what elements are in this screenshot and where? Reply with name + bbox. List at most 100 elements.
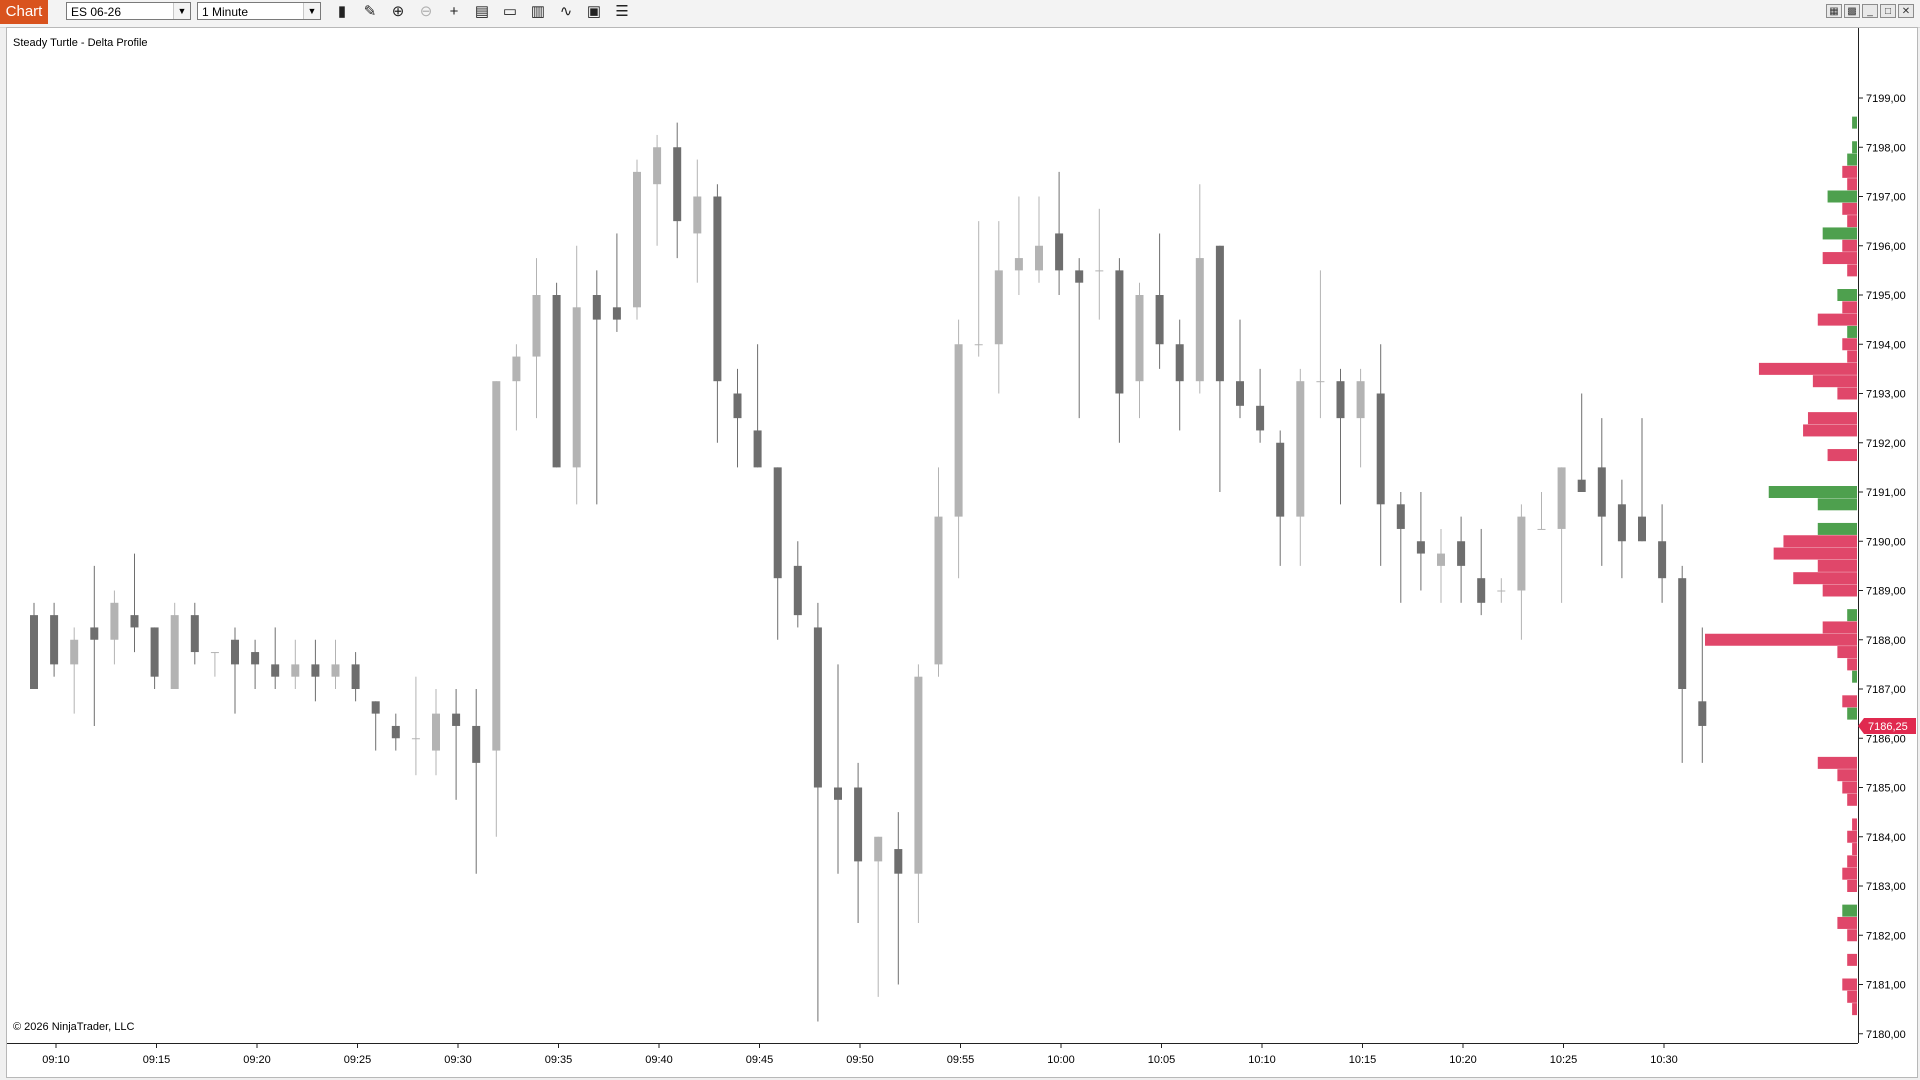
candle-body (70, 639, 79, 665)
delta-profile-bar (1847, 178, 1857, 191)
strategies-icon[interactable]: ∿ (555, 2, 577, 22)
price-tick-label: 7180,00 (1866, 1029, 1906, 1041)
delta-profile-bar (1822, 584, 1857, 597)
candle-body (954, 344, 963, 517)
candle-body (934, 516, 943, 665)
indicators-icon[interactable]: ▥ (527, 2, 549, 22)
maximize-icon[interactable]: □ (1880, 4, 1896, 18)
candle-body (1155, 295, 1164, 345)
delta-profile-bar (1842, 239, 1857, 252)
candle-body (251, 652, 260, 665)
delta-profile-bar (1847, 880, 1857, 892)
candle-body (1296, 381, 1305, 517)
price-tick-label: 7184,00 (1866, 832, 1906, 844)
price-tick-label: 7181,00 (1866, 980, 1906, 992)
delta-profile-bar (1842, 202, 1857, 215)
chart-tab[interactable]: Chart (0, 0, 48, 24)
candle-body (733, 393, 742, 419)
price-tick-label: 7194,00 (1866, 339, 1906, 351)
candle-body (1095, 270, 1104, 272)
time-tick-label: 09:15 (143, 1054, 171, 1066)
price-tick-label: 7187,00 (1866, 684, 1906, 696)
candle-body (974, 344, 983, 346)
time-tick-label: 09:45 (746, 1054, 774, 1066)
chart-toolbar: Chart ES 06-26 ▼ 1 Minute ▼ ▮ ✎ ⊕ ⊖ + ▤ ▭ ▥ ∿ ▣ ☰ … (0, 0, 1920, 28)
chart-trader-icon[interactable]: ▭ (499, 2, 521, 22)
candle-body (834, 787, 842, 800)
delta-profile-bar (1803, 424, 1857, 437)
link-icon[interactable]: ▩ (1844, 4, 1860, 18)
delta-profile-bar (1847, 929, 1857, 942)
interval-selector[interactable]: 1 Minute ▼ (197, 2, 321, 20)
chart-panel[interactable]: 7180,00 7181,00 7182,00 7183,00 7184,00 7185,… (6, 27, 1918, 1078)
close-icon[interactable]: ✕ (1898, 4, 1914, 18)
candle-body (1577, 479, 1586, 492)
candle-body (1678, 578, 1687, 689)
time-tick-label: 10:15 (1349, 1054, 1377, 1066)
delta-profile-bar (1817, 756, 1857, 769)
zoom-in-icon[interactable]: ⊕ (387, 2, 409, 22)
price-tick-label: 7193,00 (1866, 389, 1906, 401)
candle-body (653, 147, 662, 185)
candle-body (90, 627, 99, 640)
candle-body (1396, 504, 1405, 529)
delta-profile-bar (1807, 412, 1857, 425)
time-tick-label: 10:25 (1550, 1054, 1578, 1066)
instrument-selector[interactable]: ES 06-26 ▼ (66, 2, 191, 20)
candle-body (633, 171, 641, 308)
delta-profile-bar (1768, 486, 1857, 498)
candle-body (592, 295, 601, 320)
delta-profile-bar (1852, 116, 1857, 129)
delta-profile-bar (1837, 289, 1857, 301)
delta-profile-bar (1847, 264, 1857, 277)
price-tick-label: 7190,00 (1866, 536, 1906, 548)
delta-profile-bar (1842, 978, 1857, 991)
candle-body (1075, 270, 1084, 283)
candle-body (713, 196, 722, 382)
zoom-out-icon[interactable]: ⊖ (415, 2, 437, 22)
candle-body (1617, 504, 1626, 542)
time-tick-label: 09:30 (444, 1054, 472, 1066)
price-tick-label: 7192,00 (1866, 438, 1906, 450)
candle-body (813, 627, 822, 788)
templates-icon[interactable]: ▣ (583, 2, 605, 22)
delta-profile-bar (1837, 916, 1857, 929)
candle-body (170, 615, 179, 689)
tile-icon[interactable]: ▦ (1826, 4, 1842, 18)
candle-body (472, 725, 481, 763)
delta-profile-bar (1847, 350, 1857, 363)
delta-profile-bar (1827, 449, 1857, 462)
candle-body (1437, 553, 1445, 566)
candle-body (30, 615, 38, 689)
delta-profile-bar (1827, 190, 1857, 203)
properties-icon[interactable]: ☰ (611, 2, 633, 22)
candle-body (572, 307, 581, 468)
candle-body (693, 196, 702, 234)
candle-body (793, 565, 802, 616)
candle-body (894, 849, 903, 874)
price-tick-label: 7197,00 (1866, 192, 1906, 204)
delta-profile-bar (1783, 535, 1857, 548)
data-box-icon[interactable]: ▤ (471, 2, 493, 22)
delta-profile-bar (1842, 867, 1857, 880)
delta-profile-bar (1822, 621, 1857, 634)
draw-tool-icon[interactable]: ✎ (359, 2, 381, 22)
candle-body (1517, 516, 1526, 591)
chart-canvas[interactable]: 7180,00 7181,00 7182,00 7183,00 7184,00 7185,… (7, 28, 1917, 1077)
delta-profile-bar (1837, 646, 1857, 659)
chevron-down-icon: ▼ (303, 3, 320, 19)
delta-profile-bar (1817, 313, 1857, 326)
candle-body (673, 147, 682, 222)
crosshair-icon[interactable]: + (443, 2, 465, 22)
candle-body (411, 738, 420, 740)
time-tick-label: 09:40 (645, 1054, 673, 1066)
minimize-icon[interactable]: _ (1862, 4, 1878, 18)
price-tick-label: 7186,00 (1866, 733, 1906, 745)
chevron-down-icon: ▼ (173, 3, 190, 19)
candle-body (1457, 541, 1466, 566)
time-tick-label: 09:20 (243, 1054, 271, 1066)
candle-body (753, 430, 762, 468)
bars-type-icon[interactable]: ▮ (331, 2, 353, 22)
candle-body (50, 615, 59, 665)
time-tick-label: 10:30 (1650, 1054, 1678, 1066)
